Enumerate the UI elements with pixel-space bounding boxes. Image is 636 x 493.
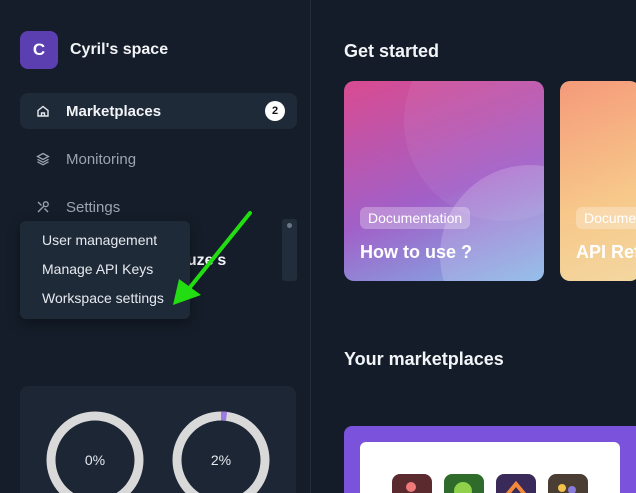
workspace-avatar: C [20, 31, 58, 69]
usage-stats-card: 0% 2% [20, 386, 296, 493]
usage-ring-2-label: 2% [210, 452, 232, 468]
nav-item-marketplaces[interactable]: Marketplaces 2 [20, 93, 297, 129]
app-icon [548, 474, 588, 493]
nav-label-marketplaces: Marketplaces [66, 102, 162, 120]
sidebar: C Cyril's space Marketplaces 2 Monitorin… [0, 0, 311, 493]
tools-icon [36, 200, 50, 214]
scrollbar[interactable] [282, 219, 297, 281]
get-started-title: Get started [344, 41, 440, 61]
marketplace-card[interactable] [344, 426, 636, 493]
doc-card-how-to-use[interactable]: Documentation How to use ? [344, 81, 544, 281]
count-badge: 2 [265, 101, 285, 121]
nav-label-settings: Settings [66, 198, 121, 216]
doc-card-api-ref[interactable]: Docume API Ref [560, 81, 636, 281]
nav-label-monitoring: Monitoring [66, 150, 137, 168]
app-icon [392, 474, 432, 493]
card-title: API Ref [576, 242, 636, 262]
card-tag: Documentation [360, 207, 471, 229]
marketplace-card-body [360, 442, 620, 493]
usage-ring-1-label: 0% [84, 452, 106, 468]
card-tag: Docume [576, 207, 636, 229]
home-icon [36, 104, 50, 118]
your-marketplaces-title: Your marketplaces [344, 349, 504, 369]
layers-icon [36, 152, 50, 166]
app-icon [444, 474, 484, 493]
card-title: How to use ? [360, 242, 472, 262]
nav-item-monitoring[interactable]: Monitoring [20, 141, 297, 177]
annotation-arrow [173, 211, 252, 305]
app-icon [496, 474, 536, 493]
workspace-switcher[interactable]: C Cyril's space [20, 31, 168, 69]
card-decoration [404, 81, 544, 221]
scrollbar-thumb[interactable] [287, 223, 292, 228]
workspace-name: Cyril's space [70, 41, 169, 58]
